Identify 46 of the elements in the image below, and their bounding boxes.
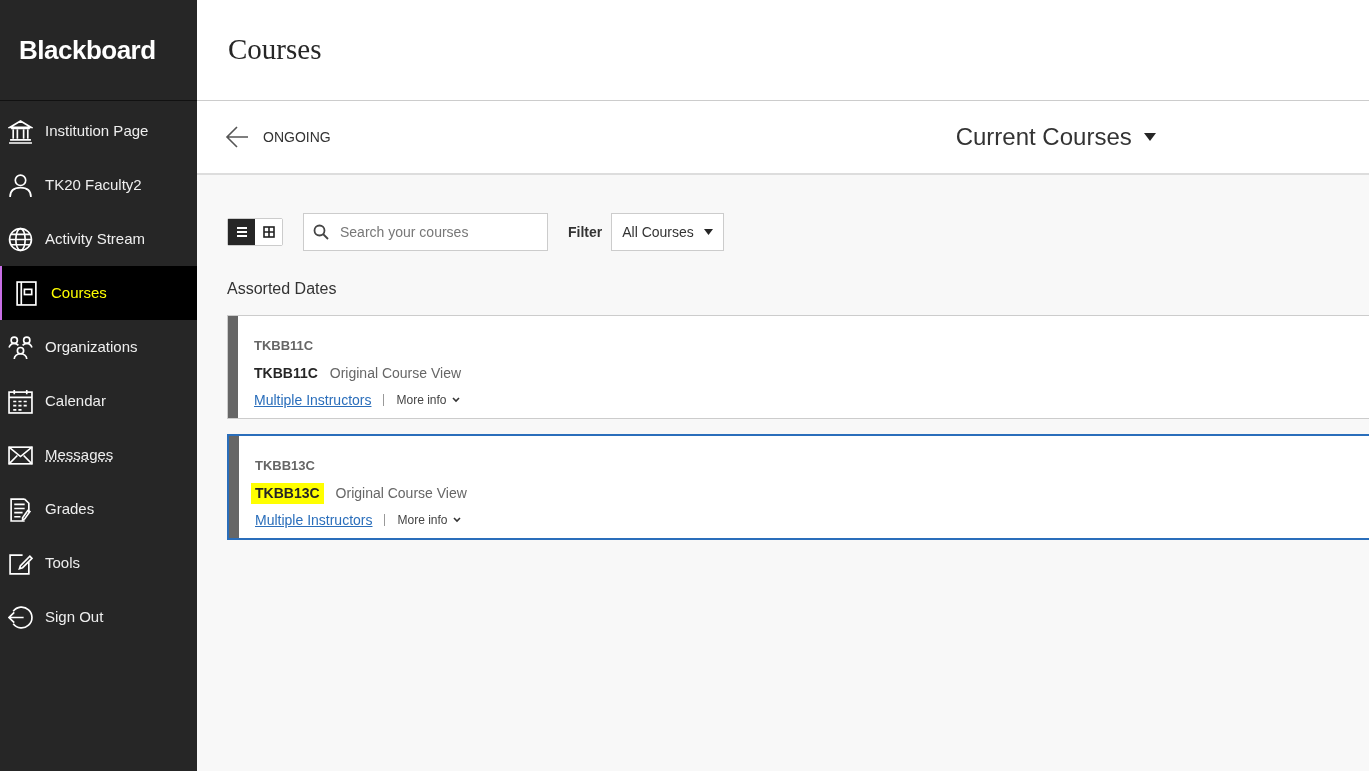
- instructors-link[interactable]: Multiple Instructors: [255, 509, 373, 531]
- page-title: Courses: [228, 32, 322, 68]
- course-view-type: Original Course View: [329, 363, 462, 383]
- caret-icon: [1143, 133, 1156, 141]
- calendar-icon: [8, 388, 33, 414]
- sidebar-item[interactable]: Messages: [0, 428, 197, 482]
- back-button[interactable]: ONGOING: [225, 125, 331, 149]
- group-heading: Assorted Dates: [227, 279, 338, 299]
- sidebar-item[interactable]: TK20 Faculty2: [0, 158, 197, 212]
- list-view-button[interactable]: [228, 219, 255, 245]
- back-arrow-icon: [225, 125, 249, 149]
- more-info-button[interactable]: More info: [396, 391, 460, 409]
- filter-dropdown[interactable]: All Courses: [611, 213, 724, 251]
- instructors-link[interactable]: Multiple Instructors: [254, 389, 372, 411]
- course-view-type: Original Course View: [335, 483, 467, 503]
- course-card[interactable]: TKBB13C TKBB13C Original Course View Multiple Instructors More info: [227, 434, 1369, 540]
- sidebar-item[interactable]: Sign Out: [0, 590, 197, 644]
- chevron-down-icon: [451, 397, 460, 403]
- term-dropdown[interactable]: Current Courses: [955, 119, 1156, 155]
- sidebar-item[interactable]: Activity Stream: [0, 212, 197, 266]
- search-field[interactable]: Search your courses: [303, 213, 548, 251]
- chevron-down-icon: [452, 517, 461, 523]
- sidebar-item[interactable]: Calendar: [0, 374, 197, 428]
- sidebar-item[interactable]: Courses: [0, 266, 197, 320]
- sidebar-item[interactable]: Organizations: [0, 320, 197, 374]
- course-id: TKBB11C: [254, 337, 315, 355]
- courses-icon: [14, 280, 39, 306]
- organizations-icon: [8, 334, 33, 360]
- sidebar-item[interactable]: Grades: [0, 482, 197, 536]
- sidebar-item[interactable]: Tools: [0, 536, 197, 590]
- sidebar-item[interactable]: Institution Page: [0, 104, 197, 158]
- course-name[interactable]: TKBB11C: [254, 362, 318, 384]
- caret-icon: [703, 229, 713, 235]
- filter-label: Filter: [568, 222, 603, 242]
- course-id: TKBB13C: [255, 457, 316, 475]
- more-info-button[interactable]: More info: [397, 511, 461, 529]
- grid-icon: [260, 224, 277, 240]
- globe-icon: [8, 226, 33, 252]
- signout-icon: [8, 604, 33, 630]
- course-name[interactable]: TKBB13C: [251, 482, 324, 504]
- blackboard-logo[interactable]: Blackboard: [19, 30, 156, 70]
- course-card[interactable]: TKBB11C TKBB11C Original Course View Multiple Instructors More info: [227, 315, 1369, 419]
- person-icon: [8, 172, 33, 198]
- search-icon: [313, 224, 329, 240]
- grades-icon: [8, 496, 33, 522]
- institution-icon: [8, 118, 33, 144]
